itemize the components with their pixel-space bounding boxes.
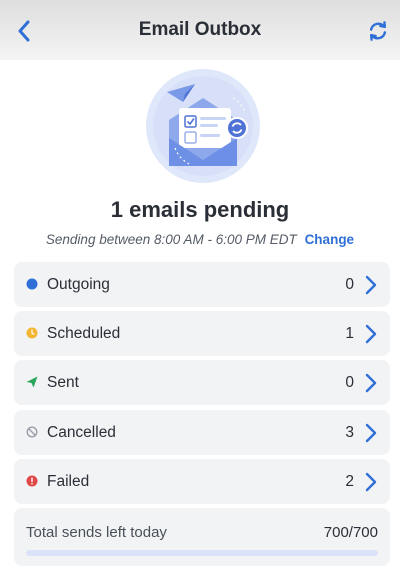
status-count: 0 [345,374,354,391]
alert-icon [26,475,38,487]
blue-dot-icon [26,278,38,290]
sending-window-text: Sending between 8:00 AM - 6:00 PM EDT [45,232,297,247]
status-count: 1 [345,325,354,342]
status-row-failed[interactable]: Failed 2 [14,459,390,504]
daily-sends-progress-fill [26,550,378,556]
status-label: Outgoing [47,276,110,293]
status-count: 3 [345,424,354,441]
daily-sends-progress-track [26,550,378,556]
status-count: 2 [345,473,354,490]
status-row-cancelled[interactable]: Cancelled 3 [14,410,390,455]
clock-icon [26,327,38,339]
status-row-scheduled[interactable]: Scheduled 1 [14,311,390,356]
change-window-link[interactable]: Change [305,232,355,247]
chevron-right-icon [365,423,377,443]
chevron-right-icon [365,373,377,393]
chevron-right-icon [365,275,377,295]
chevron-right-icon [365,324,377,344]
status-label: Scheduled [47,325,121,342]
refresh-button[interactable] [364,17,392,45]
pending-headline: 1 emails pending [110,197,290,222]
status-row-outgoing[interactable]: Outgoing 0 [14,262,390,307]
page-title: Email Outbox [138,19,262,40]
navigation-bar: Email Outbox [0,0,400,60]
status-count: 0 [345,276,354,293]
status-row-sent[interactable]: Sent 0 [14,360,390,405]
sending-window-line: Sending between 8:00 AM - 6:00 PM EDT Ch… [0,232,400,247]
paper-plane-icon [26,376,38,388]
envelope-illustration [145,68,261,184]
refresh-icon [369,21,387,41]
status-label: Cancelled [47,424,116,441]
cancel-circle-icon [26,426,38,438]
daily-sends-card: Total sends left today 700/700 [14,508,390,566]
status-label: Sent [47,374,79,391]
daily-sends-value: 700/700 [323,524,378,541]
daily-sends-label: Total sends left today [26,524,167,541]
status-label: Failed [47,473,90,490]
chevron-right-icon [365,472,377,492]
